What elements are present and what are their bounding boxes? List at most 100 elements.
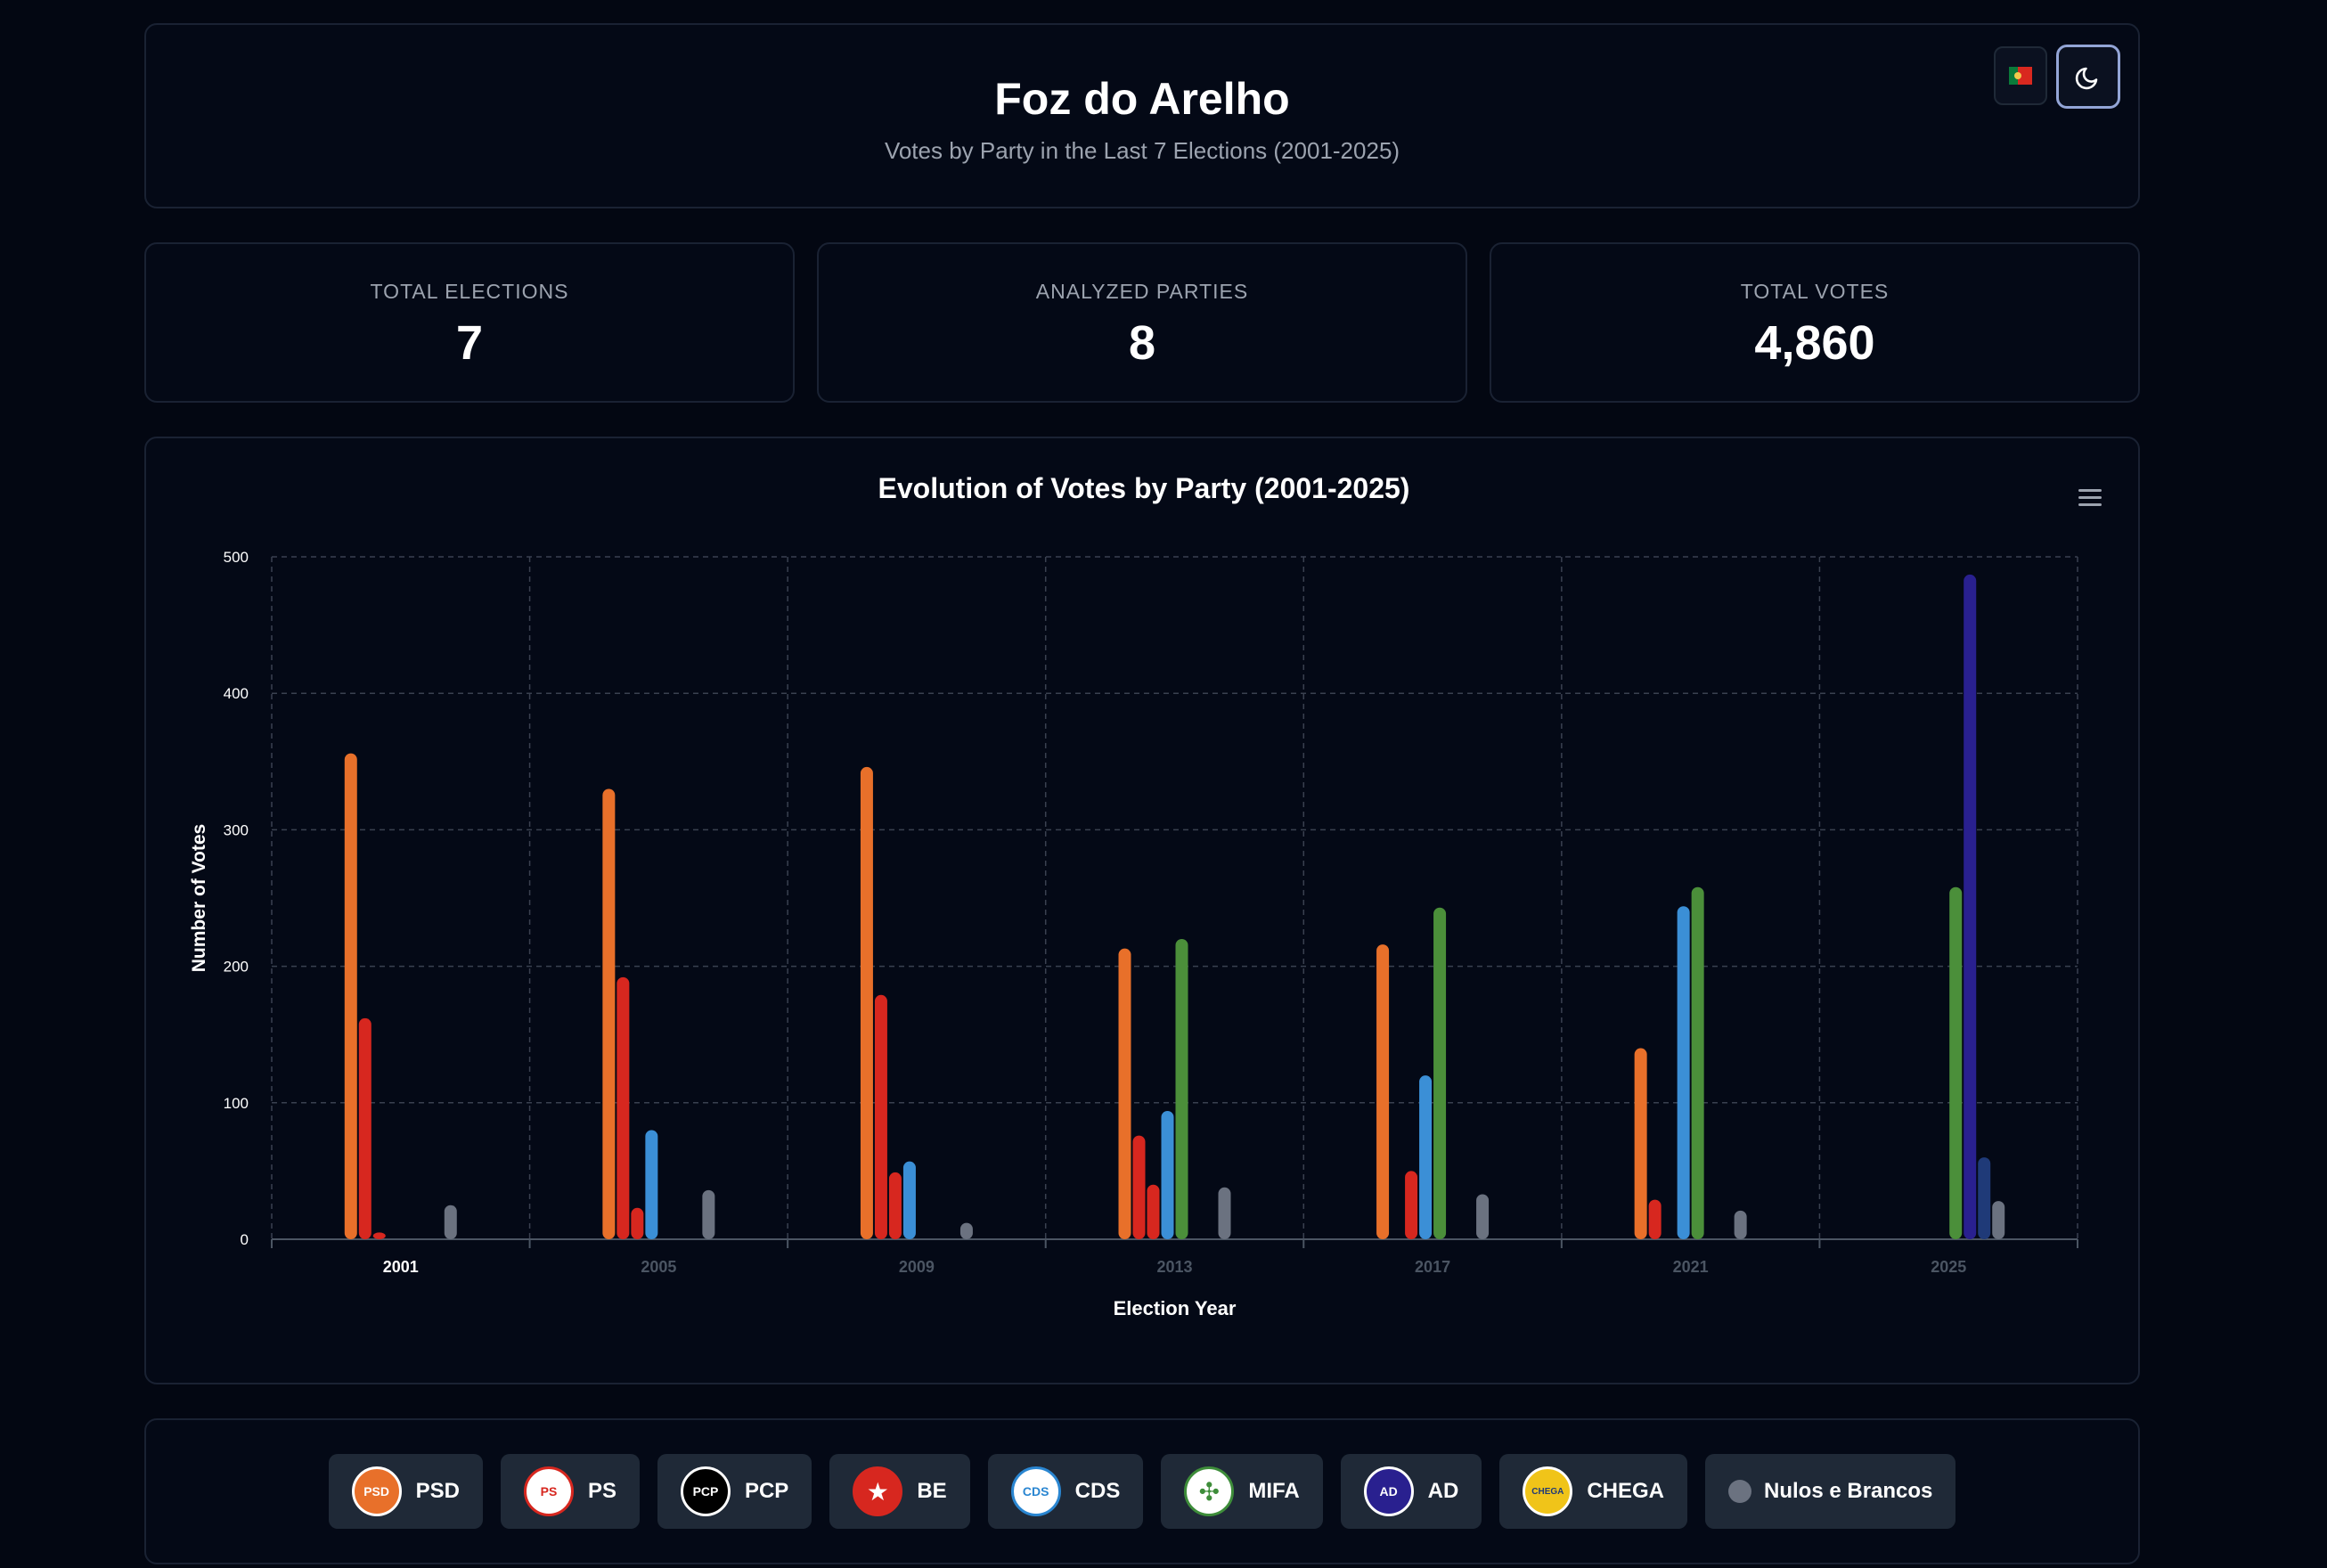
chart-title: Evolution of Votes by Party (2001-2025) [878, 472, 1410, 504]
bar-psd-2013 [1118, 948, 1131, 1239]
ad-logo-icon: AD [1363, 1466, 1414, 1516]
bar-nulos-e-brancos-2017 [1476, 1194, 1490, 1239]
legend-row: PSD PSD PS PS PCP PCP ★ BE CDS CDS ✣ MIFA AD AD CHEGA C… [146, 1454, 2138, 1529]
nulos-dot-icon [1728, 1480, 1752, 1503]
bar-pcp-2013 [1147, 1184, 1160, 1239]
legend-item-pcp[interactable]: PCP PCP [657, 1454, 812, 1529]
bar-chart: Evolution of Votes by Party (2001-2025) 0… [189, 472, 2078, 1319]
bar-ps-2005 [616, 976, 630, 1239]
page-title: Foz do Arelho [994, 74, 1290, 124]
theme-toggle-button[interactable] [2056, 45, 2120, 109]
bar-be-2009 [902, 1161, 916, 1239]
y-tick-label: 200 [224, 959, 249, 976]
legend-label: PSD [415, 1479, 460, 1503]
legend-item-ps[interactable]: PS PS [500, 1454, 640, 1529]
bar-nulos-e-brancos-2021 [1734, 1210, 1747, 1239]
y-tick-label: 0 [241, 1231, 249, 1248]
x-tick-label: 2025 [1931, 1258, 1966, 1276]
bar-pcp-2001 [372, 1232, 386, 1239]
bar-psd-2021 [1634, 1048, 1647, 1239]
x-tick-label: 2001 [383, 1258, 419, 1276]
y-tick-label: 300 [224, 821, 249, 838]
cds-logo-icon: CDS [1010, 1466, 1061, 1516]
moon-icon [2075, 67, 2098, 90]
stat-label: TOTAL ELECTIONS [370, 280, 569, 303]
y-tick-label: 400 [224, 685, 249, 702]
legend-label: AD [1427, 1479, 1459, 1503]
legend-item-ad[interactable]: AD AD [1340, 1454, 1482, 1529]
bar-mifa-2025 [1949, 886, 1963, 1239]
bar-psd-2017 [1376, 944, 1390, 1239]
bar-nulos-e-brancos-2005 [702, 1189, 715, 1239]
bar-ps-2009 [874, 994, 887, 1239]
y-axis-label: Number of Votes [189, 824, 209, 972]
mifa-clover-icon: ✣ [1184, 1466, 1235, 1516]
stat-card-total-votes: TOTAL VOTES 4,860 [1490, 242, 2140, 403]
x-tick-label: 2013 [1156, 1258, 1192, 1276]
x-tick-label: 2017 [1415, 1258, 1450, 1276]
bar-be-2021 [1677, 906, 1690, 1239]
bar-ps-2021 [1648, 1199, 1662, 1239]
bar-psd-2009 [860, 766, 873, 1239]
menu-line [2078, 495, 2102, 499]
stat-value: 4,860 [1754, 316, 1875, 370]
x-tick-label: 2009 [899, 1258, 935, 1276]
language-button[interactable] [1994, 46, 2047, 105]
y-tick-label: 100 [224, 1095, 249, 1112]
legend-item-chega[interactable]: CHEGA CHEGA [1499, 1454, 1688, 1529]
menu-line [2078, 502, 2102, 506]
bar-pcp-2017 [1405, 1171, 1418, 1239]
bar-nulos-e-brancos-2025 [1992, 1201, 2005, 1239]
bar-be-2005 [645, 1130, 658, 1239]
chart-menu-button[interactable] [2070, 478, 2110, 517]
legend-label: PCP [744, 1479, 789, 1503]
legend-label: BE [917, 1479, 947, 1503]
bar-be-2017 [1419, 1075, 1433, 1239]
legend-item-nulos-e-brancos[interactable]: Nulos e Brancos [1705, 1454, 1956, 1529]
legend-item-be[interactable]: ★ BE [829, 1454, 970, 1529]
bar-nulos-e-brancos-2009 [959, 1222, 973, 1239]
bar-nulos-e-brancos-2013 [1218, 1187, 1231, 1239]
bar-pcp-2005 [631, 1207, 644, 1239]
y-tick-label: 500 [224, 549, 249, 566]
stat-label: TOTAL VOTES [1740, 280, 1890, 303]
bar-nulos-e-brancos-2001 [444, 1205, 457, 1239]
legend-label: PS [587, 1479, 616, 1503]
legend-item-cds[interactable]: CDS CDS [987, 1454, 1144, 1529]
legend-item-psd[interactable]: PSD PSD [328, 1454, 483, 1529]
stat-label: ANALYZED PARTIES [1035, 280, 1249, 303]
legend-label: Nulos e Brancos [1764, 1479, 1933, 1503]
bar-psd-2005 [602, 788, 616, 1239]
bar-be-2013 [1161, 1110, 1174, 1239]
legend-item-mifa[interactable]: ✣ MIFA [1161, 1454, 1323, 1529]
x-axis-label: Election Year [1114, 1297, 1237, 1319]
bar-chega-2025 [1978, 1157, 1991, 1239]
bar-ps-2001 [358, 1017, 372, 1239]
bar-ps-2013 [1132, 1135, 1146, 1239]
stat-card-total-elections: TOTAL ELECTIONS 7 [144, 242, 795, 403]
stat-card-analyzed-parties: ANALYZED PARTIES 8 [817, 242, 1467, 403]
x-tick-label: 2021 [1673, 1258, 1709, 1276]
chega-logo-icon: CHEGA [1523, 1466, 1573, 1516]
menu-line [2078, 488, 2102, 492]
bar-mifa-2017 [1433, 907, 1447, 1239]
bar-ad-2025 [1964, 574, 1977, 1239]
legend-label: CDS [1074, 1479, 1121, 1503]
legend-card: PSD PSD PS PS PCP PCP ★ BE CDS CDS ✣ MIFA AD AD CHEGA C… [144, 1418, 2140, 1564]
page-subtitle: Votes by Party in the Last 7 Elections (… [884, 137, 1400, 164]
be-logo-icon: ★ [853, 1466, 903, 1516]
portugal-flag-icon [2009, 67, 2032, 85]
bar-psd-2001 [344, 753, 357, 1239]
bar-mifa-2013 [1175, 938, 1188, 1239]
bar-pcp-2009 [888, 1172, 902, 1239]
stat-value: 8 [1128, 316, 1156, 370]
header-card: Foz do Arelho Votes by Party in the Last… [144, 23, 2140, 208]
legend-label: CHEGA [1587, 1479, 1665, 1503]
pcp-logo-icon: PCP [680, 1466, 731, 1516]
chart-card: Evolution of Votes by Party (2001-2025) 0… [144, 437, 2140, 1384]
stat-value: 7 [455, 316, 484, 370]
ps-logo-icon: PS [523, 1466, 574, 1516]
x-tick-label: 2005 [641, 1258, 676, 1276]
bar-mifa-2021 [1691, 886, 1704, 1239]
psd-logo-icon: PSD [351, 1466, 402, 1516]
